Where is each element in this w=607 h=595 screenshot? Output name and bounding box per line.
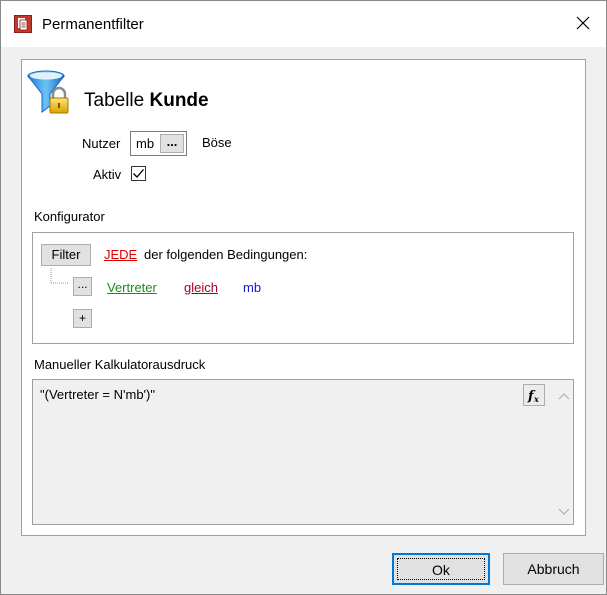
cancel-button[interactable]: Abbruch <box>503 553 604 585</box>
calculator-expression: "(Vertreter = N'mb')" <box>40 387 155 402</box>
active-label: Aktiv <box>93 167 122 182</box>
user-browse-button[interactable]: ... <box>160 134 184 153</box>
configurator-panel: Filter JEDE der folgenden Bedingungen: .… <box>32 232 574 344</box>
title-bar: Permanentfilter <box>1 1 606 47</box>
dialog-content: Tabelle Kunde Nutzer mb ... Böse Aktiv K… <box>21 59 586 536</box>
user-label: Nutzer <box>82 136 121 151</box>
user-display-name: Böse <box>202 135 232 150</box>
tree-connector <box>50 268 69 284</box>
add-condition-button[interactable]: + <box>73 309 92 328</box>
quantifier-link[interactable]: JEDE <box>104 247 137 262</box>
active-checkbox[interactable] <box>131 166 146 181</box>
close-button[interactable] <box>560 1 606 47</box>
svg-text:x: x <box>533 394 539 404</box>
calculator-label: Manueller Kalkulatorausdruck <box>34 357 206 372</box>
condition-operator-link[interactable]: gleich <box>184 280 218 295</box>
close-icon <box>576 16 590 33</box>
table-heading-prefix: Tabelle <box>84 90 145 111</box>
ok-button-label: Ok <box>397 558 485 580</box>
condition-menu-button[interactable]: ... <box>73 277 92 296</box>
report-icon <box>14 15 32 33</box>
table-name: Kunde <box>149 90 209 111</box>
calculator-scrollbar[interactable] <box>555 380 573 524</box>
condition-value[interactable]: mb <box>243 280 261 295</box>
configurator-label: Konfigurator <box>34 209 105 224</box>
calculator-expression-field[interactable]: "(Vertreter = N'mb')" f x <box>32 379 574 525</box>
condition-field-link[interactable]: Vertreter <box>107 280 157 295</box>
checkmark-icon <box>133 169 144 178</box>
user-field[interactable]: mb ... <box>130 131 187 156</box>
window-title: Permanentfilter <box>42 16 144 33</box>
condition-text: der folgenden Bedingungen: <box>144 247 308 262</box>
function-button[interactable]: f x <box>523 384 545 406</box>
user-value: mb <box>136 136 155 151</box>
filter-button[interactable]: Filter <box>41 244 91 266</box>
filter-lock-icon <box>26 68 73 116</box>
permanentfilter-dialog: Permanentfilter Tabelle Kunde Nutzer mb … <box>0 0 607 595</box>
scroll-up-icon[interactable] <box>558 388 570 403</box>
scroll-down-icon[interactable] <box>558 504 570 519</box>
ok-button[interactable]: Ok <box>392 553 490 585</box>
table-heading: Tabelle Kunde <box>84 90 209 112</box>
function-icon: f x <box>527 389 539 404</box>
